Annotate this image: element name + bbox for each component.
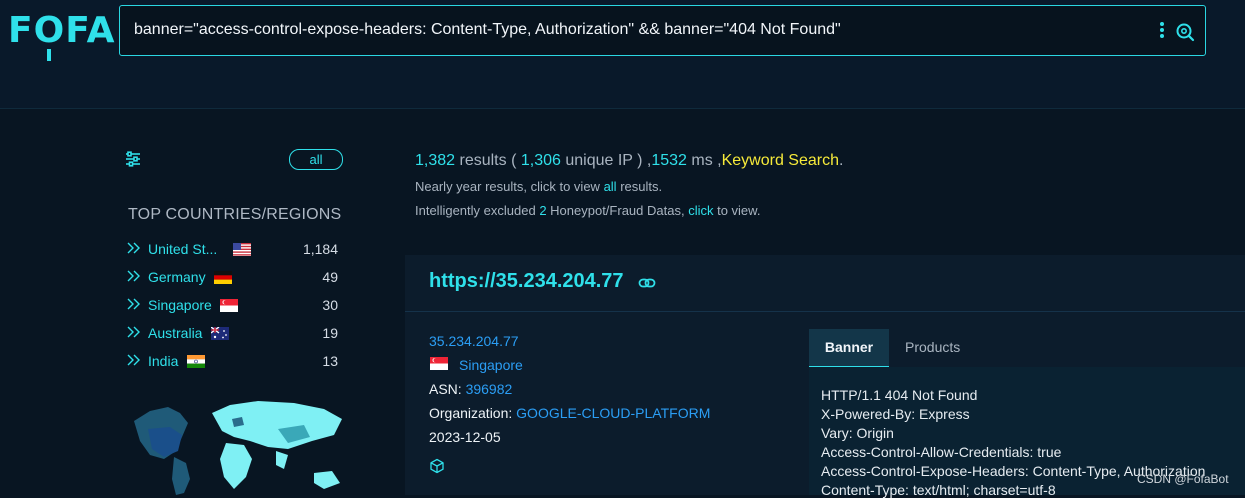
fofa-logo[interactable]: FOFA (8, 10, 116, 61)
result-date: 2023-12-05 (429, 429, 501, 445)
double-chevron-icon (127, 354, 140, 366)
watermark: CSDN @FofaBot (1137, 472, 1229, 486)
ms-label: ms , (686, 152, 722, 169)
country-row-us[interactable]: United St... 1,184 (126, 239, 342, 259)
country-count: 13 (322, 353, 338, 369)
note-text: Intelligently excluded (415, 203, 540, 218)
filter-settings-icon[interactable] (124, 150, 142, 168)
honeypot-note: Intelligently excluded 2 Honeypot/Fraud … (415, 203, 760, 218)
country-name[interactable]: Singapore (148, 297, 212, 313)
asn-label: ASN: (429, 381, 466, 397)
country-name[interactable]: India (148, 353, 178, 369)
period: . (838, 152, 844, 169)
us-flag-icon (233, 243, 251, 256)
search-bar[interactable]: banner="access-control-expose-headers: C… (119, 5, 1206, 56)
country-count: 49 (322, 269, 338, 285)
country-count: 1,184 (302, 241, 338, 257)
results-summary: 1,382 results ( 1,306 unique IP ) ,1532 … (415, 152, 843, 170)
country-value[interactable]: Singapore (459, 357, 523, 373)
click-to-view-link[interactable]: click (688, 203, 713, 218)
query-time: 1532 (651, 152, 687, 169)
note-text: to view. (713, 203, 761, 218)
header: FOFA banner="access-control-expose-heade… (0, 0, 1245, 109)
results-count: 1,382 (415, 152, 456, 169)
singapore-flag-icon (220, 299, 238, 312)
keyword-search-label: Keyword Search (721, 152, 839, 169)
ip-link[interactable]: 35.234.204.77 (429, 333, 519, 349)
banner-line: Access-Control-Allow-Credentials: true (821, 444, 1062, 460)
link-icon[interactable] (638, 276, 656, 290)
search-icon[interactable] (1175, 22, 1195, 42)
asn-row: ASN: 396982 (429, 381, 512, 397)
note-text: Honeypot/Fraud Datas, (546, 203, 689, 218)
banner-line: X-Powered-By: Express (821, 406, 970, 422)
country-count: 19 (322, 325, 338, 341)
organization-label: Organization: (429, 405, 517, 421)
country-row-india[interactable]: India 13 (126, 351, 342, 371)
country-link[interactable]: Singapore (459, 357, 523, 373)
tab-banner[interactable]: Banner (809, 329, 889, 368)
country-row-germany[interactable]: Germany 49 (126, 267, 342, 287)
top-countries-title: TOP COUNTRIES/REGIONS (128, 206, 342, 223)
asn-link[interactable]: 396982 (466, 381, 513, 397)
banner-line: Content-Type: text/html; charset=utf-8 (821, 482, 1056, 498)
result-card-header: https://35.234.204.77 (405, 255, 1245, 312)
world-map[interactable] (128, 393, 358, 495)
tab-products[interactable]: Products (905, 329, 960, 366)
unique-ip-label: unique IP ) , (560, 152, 652, 169)
country-name[interactable]: Germany (148, 269, 206, 285)
view-all-link[interactable]: all (604, 179, 617, 194)
country-row-australia[interactable]: Australia 19 (126, 323, 342, 343)
all-filter-button[interactable]: all (289, 149, 343, 170)
banner-line: Vary: Origin (821, 425, 894, 441)
note-text: Nearly year results, click to view (415, 179, 604, 194)
organization-link[interactable]: GOOGLE-CLOUD-PLATFORM (516, 405, 710, 421)
germany-flag-icon (214, 271, 232, 284)
double-chevron-icon (127, 326, 140, 338)
note-text: results. (616, 179, 663, 194)
result-url-link[interactable]: https://35.234.204.77 (429, 270, 624, 293)
double-chevron-icon (127, 242, 140, 254)
organization-row: Organization: GOOGLE-CLOUD-PLATFORM (429, 405, 710, 421)
australia-flag-icon (211, 327, 229, 340)
ip-value[interactable]: 35.234.204.77 (429, 333, 519, 349)
double-chevron-icon (127, 270, 140, 282)
search-input[interactable]: banner="access-control-expose-headers: C… (134, 21, 841, 39)
year-results-note: Nearly year results, click to view all r… (415, 179, 662, 194)
unique-ip-count: 1,306 (520, 152, 561, 169)
country-row-singapore[interactable]: Singapore 30 (126, 295, 342, 315)
singapore-flag-icon (430, 357, 448, 370)
more-options-icon[interactable] (1159, 20, 1165, 42)
double-chevron-icon (127, 298, 140, 310)
country-count: 30 (322, 297, 338, 313)
result-tabs: Banner Products (809, 329, 1245, 368)
result-card: https://35.234.204.77 35.234.204.77 Sing… (405, 255, 1245, 498)
india-flag-icon (187, 355, 205, 368)
results-label: results ( (455, 152, 521, 169)
banner-line: HTTP/1.1 404 Not Found (821, 387, 978, 403)
country-name[interactable]: United St... (148, 241, 217, 257)
country-name[interactable]: Australia (148, 325, 202, 341)
cube-icon[interactable] (429, 458, 445, 474)
excluded-count: 2 (539, 203, 547, 218)
